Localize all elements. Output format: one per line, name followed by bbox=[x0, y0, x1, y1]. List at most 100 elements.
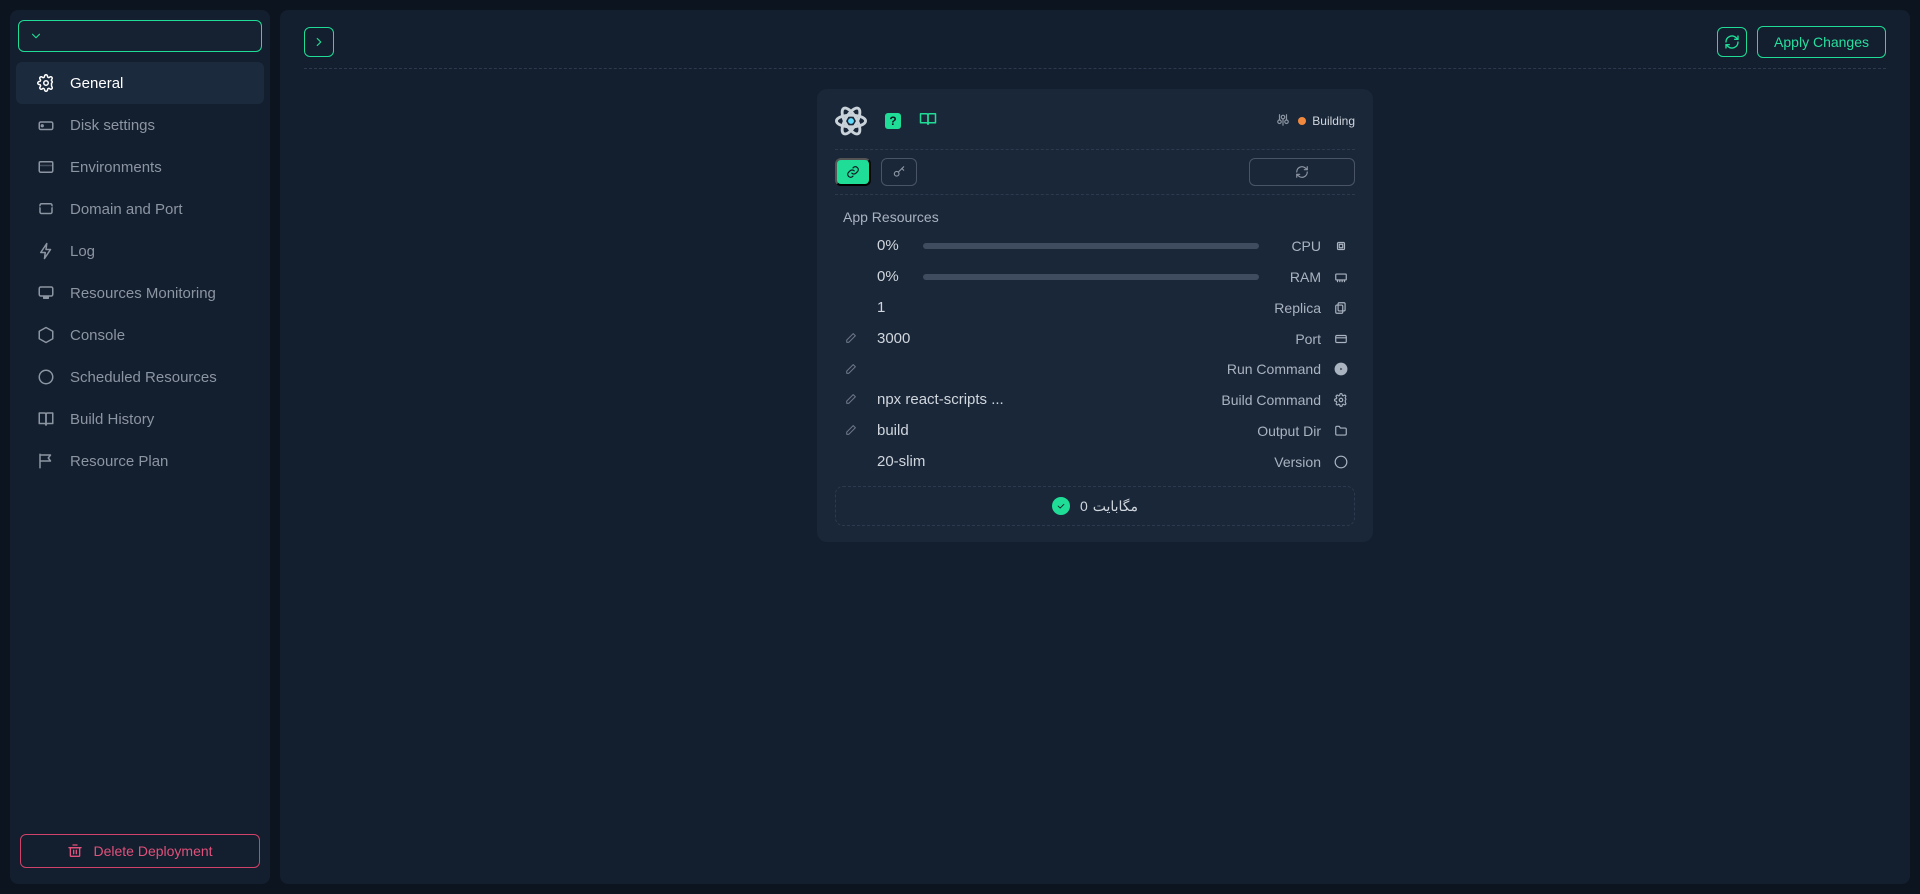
sidebar-item-domain-port[interactable]: Domain and Port bbox=[16, 188, 264, 230]
sidebar-item-scheduled-resources[interactable]: Scheduled Resources bbox=[16, 356, 264, 398]
sidebar-item-label: Scheduled Resources bbox=[70, 369, 217, 386]
edit-icon bbox=[844, 393, 857, 406]
storage-amount: 0 bbox=[1080, 498, 1088, 515]
build-value: npx react-scripts ... bbox=[871, 391, 1021, 408]
edit-port-button[interactable] bbox=[841, 332, 859, 345]
link-icon bbox=[846, 165, 860, 179]
sidebar-item-label: Build History bbox=[70, 411, 154, 428]
port-label: Port bbox=[1211, 331, 1321, 347]
row-run-command: Run Command bbox=[835, 359, 1355, 379]
status-dot-icon bbox=[1298, 117, 1306, 125]
delete-deployment-button[interactable]: Delete Deployment bbox=[20, 834, 260, 868]
row-replica: 1 Replica bbox=[835, 297, 1355, 318]
sidebar-item-disk-settings[interactable]: Disk settings bbox=[16, 104, 264, 146]
key-icon bbox=[892, 165, 906, 179]
sidebar: General Disk settings Environments Domai… bbox=[10, 10, 270, 884]
gear-icon bbox=[36, 73, 56, 93]
sidebar-item-label: Console bbox=[70, 327, 125, 344]
sidebar-item-log[interactable]: Log bbox=[16, 230, 264, 272]
sidebar-item-label: Log bbox=[70, 243, 95, 260]
trash-icon bbox=[67, 843, 83, 859]
chevron-down-icon bbox=[29, 29, 43, 43]
edit-build-button[interactable] bbox=[841, 393, 859, 406]
edit-output-button[interactable] bbox=[841, 424, 859, 437]
external-link-button[interactable] bbox=[835, 158, 871, 186]
output-label: Output Dir bbox=[1211, 423, 1321, 439]
build-label: Build Command bbox=[1211, 392, 1321, 408]
cpu-label: CPU bbox=[1271, 238, 1321, 254]
chevron-right-icon bbox=[312, 35, 326, 49]
sidebar-item-label: Resource Plan bbox=[70, 453, 168, 470]
storage-unit: مگابایت bbox=[1093, 498, 1138, 515]
status-label: Building bbox=[1312, 114, 1355, 128]
port-icon bbox=[1333, 331, 1349, 347]
sidebar-item-label: General bbox=[70, 75, 123, 92]
sidebar-item-label: Domain and Port bbox=[70, 201, 183, 218]
cpu-bar bbox=[923, 243, 1259, 249]
gear-icon bbox=[1333, 392, 1349, 408]
row-build-command: npx react-scripts ... Build Command bbox=[835, 389, 1355, 410]
topbar: Apply Changes bbox=[304, 26, 1886, 58]
flag-icon bbox=[36, 451, 56, 471]
sidebar-item-resources-monitoring[interactable]: Resources Monitoring bbox=[16, 272, 264, 314]
deployment-card: ? Building bbox=[817, 89, 1373, 542]
row-ram: 0% RAM bbox=[835, 266, 1355, 287]
row-port: 3000 Port bbox=[835, 328, 1355, 349]
ram-label: RAM bbox=[1271, 269, 1321, 285]
sidebar-item-resource-plan[interactable]: Resource Plan bbox=[16, 440, 264, 482]
edit-icon bbox=[844, 363, 857, 376]
output-value: build bbox=[871, 422, 981, 439]
version-value: 20-slim bbox=[871, 453, 981, 470]
sidebar-item-label: Disk settings bbox=[70, 117, 155, 134]
ram-bar bbox=[923, 274, 1259, 280]
collapse-sidebar-button[interactable] bbox=[304, 27, 334, 57]
sidebar-item-environments[interactable]: Environments bbox=[16, 146, 264, 188]
sidebar-item-console[interactable]: Console bbox=[16, 314, 264, 356]
namespace-select[interactable] bbox=[18, 20, 262, 52]
env-icon bbox=[36, 157, 56, 177]
edit-icon bbox=[844, 424, 857, 437]
divider bbox=[835, 149, 1355, 150]
sidebar-item-general[interactable]: General bbox=[16, 62, 264, 104]
replica-value: 1 bbox=[871, 299, 981, 316]
edit-run-button[interactable] bbox=[841, 363, 859, 376]
tools-icon bbox=[1276, 113, 1290, 130]
run-label: Run Command bbox=[1211, 361, 1321, 377]
restart-button[interactable] bbox=[1249, 158, 1355, 186]
sidebar-item-label: Environments bbox=[70, 159, 162, 176]
delete-label: Delete Deployment bbox=[93, 843, 212, 859]
react-icon bbox=[835, 105, 867, 137]
apply-changes-button[interactable]: Apply Changes bbox=[1757, 26, 1886, 58]
replica-icon bbox=[1333, 300, 1349, 316]
row-version: 20-slim Version bbox=[835, 451, 1355, 472]
main: Apply Changes bbox=[280, 10, 1910, 884]
play-icon bbox=[1333, 361, 1349, 377]
refresh-icon bbox=[1724, 34, 1740, 50]
section-title: App Resources bbox=[843, 209, 1355, 225]
divider bbox=[835, 194, 1355, 195]
ram-value: 0% bbox=[871, 268, 911, 285]
divider bbox=[304, 68, 1886, 69]
domain-icon bbox=[36, 199, 56, 219]
status-badge: Building bbox=[1298, 114, 1355, 128]
ram-icon bbox=[1333, 269, 1349, 285]
bolt-icon bbox=[36, 241, 56, 261]
storage-box: 0 مگابایت bbox=[835, 486, 1355, 526]
restart-icon bbox=[1295, 165, 1309, 179]
refresh-button[interactable] bbox=[1717, 27, 1747, 57]
port-value: 3000 bbox=[871, 330, 981, 347]
clock-icon bbox=[36, 367, 56, 387]
credentials-button[interactable] bbox=[881, 158, 917, 186]
edit-icon bbox=[844, 332, 857, 345]
folder-icon bbox=[1333, 423, 1349, 439]
resource-list: 0% CPU 0% RAM 1 bbox=[835, 235, 1355, 472]
cpu-icon bbox=[1333, 238, 1349, 254]
disk-icon bbox=[36, 115, 56, 135]
help-icon[interactable]: ? bbox=[885, 113, 901, 129]
docs-icon[interactable] bbox=[919, 112, 937, 131]
check-icon bbox=[1052, 497, 1070, 515]
row-output-dir: build Output Dir bbox=[835, 420, 1355, 441]
sidebar-item-build-history[interactable]: Build History bbox=[16, 398, 264, 440]
version-label: Version bbox=[1211, 454, 1321, 470]
nav-list: General Disk settings Environments Domai… bbox=[10, 62, 270, 834]
